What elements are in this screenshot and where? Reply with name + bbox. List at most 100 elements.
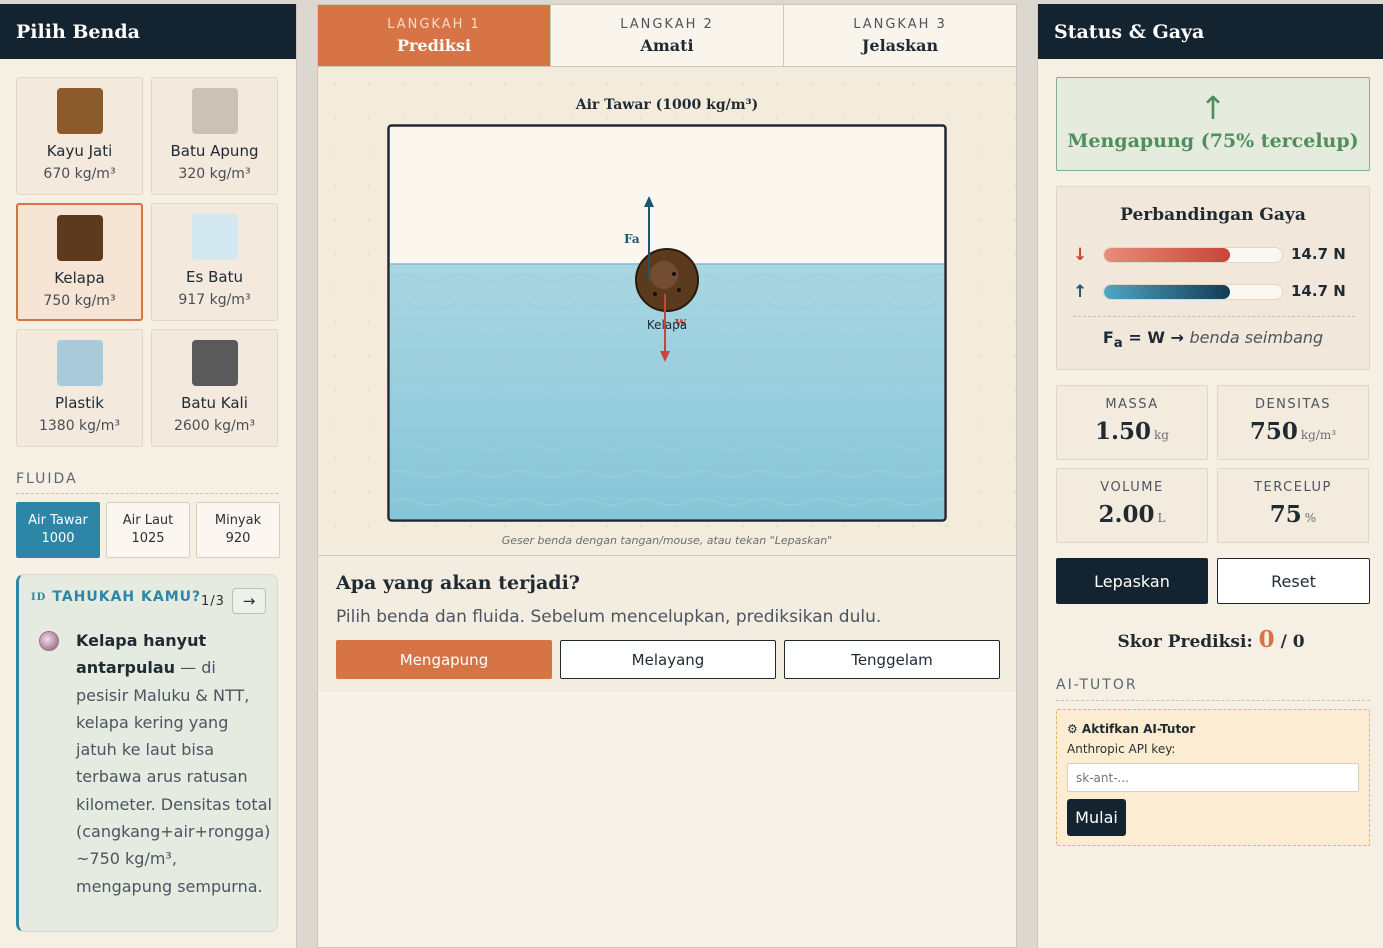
divider [16, 493, 278, 494]
object-card-kayu-jati[interactable]: Kayu Jati 670 kg/m³ [16, 77, 143, 195]
buoyancy-value: 14.7 N [1291, 282, 1346, 300]
divider [1056, 700, 1370, 701]
step-number: LANGKAH 2 [620, 16, 714, 32]
api-key-input[interactable] [1067, 763, 1359, 792]
object-name: Plastik [55, 394, 104, 412]
predict-sink-button[interactable]: Tenggelam [784, 640, 1000, 679]
arrow-up-icon: ↑ [1199, 89, 1227, 127]
object-card-batu-kali[interactable]: Batu Kali 2600 kg/m³ [151, 329, 278, 447]
next-fact-button[interactable]: → [232, 588, 266, 614]
stat-label: VOLUME [1100, 480, 1164, 495]
draggable-object[interactable] [635, 248, 699, 312]
ai-tutor-title: ⚙ Aktifkan AI-Tutor [1067, 722, 1196, 736]
object-swatch [56, 340, 103, 386]
action-buttons: Lepaskan Reset [1056, 558, 1370, 604]
fun-fact-card: ID TAHUKAH KAMU? 1/3 → Kelapa hanyut ant… [16, 574, 278, 932]
stat-mass: MASSA 1.50 kg [1056, 385, 1208, 460]
stat-unit: L [1157, 511, 1166, 525]
buoyancy-bar-fill [1104, 285, 1231, 299]
prediction-options: Mengapung Melayang Tenggelam [336, 640, 1000, 679]
tab-step-2[interactable]: LANGKAH 2 Amati [551, 5, 784, 66]
object-density: 320 kg/m³ [178, 166, 251, 182]
object-card-plastik[interactable]: Plastik 1380 kg/m³ [16, 329, 143, 447]
stat-value: 75 [1269, 501, 1302, 528]
fun-fact-heading: ID TAHUKAH KAMU? [31, 589, 201, 605]
object-name: Batu Apung [170, 142, 259, 160]
object-panel: Pilih Benda Kayu Jati 670 kg/m³ Batu Apu… [0, 4, 297, 948]
equation-note: benda seimbang [1189, 328, 1324, 347]
coconut-eye [653, 292, 657, 296]
step-title: Prediksi [396, 35, 472, 55]
fun-fact-body: — di pesisir Maluku & NTT, kelapa kering… [76, 658, 272, 896]
score-total: / 0 [1274, 632, 1305, 652]
fluid-name: Minyak [214, 513, 262, 528]
force-title: Perbandingan Gaya [1120, 205, 1306, 225]
stat-label: TERCELUP [1254, 480, 1332, 495]
arrow-right-icon: → [242, 592, 256, 610]
locale-badge: ID [31, 591, 47, 603]
simulation-canvas: Air Tawar (1000 kg/m³) Fa w Kelapa Geser… [318, 67, 1016, 556]
shell-icon [39, 631, 59, 651]
prediction-score: Skor Prediksi: 0 / 0 [1038, 626, 1383, 653]
fluid-button-air-tawar[interactable]: Air Tawar 1000 [16, 502, 100, 558]
object-card-kelapa[interactable]: Kelapa 750 kg/m³ [16, 203, 143, 321]
predict-float-button[interactable]: Mengapung [336, 640, 552, 679]
status-panel-title: Status & Gaya [1038, 4, 1383, 59]
divider [1073, 316, 1355, 317]
predict-suspend-button[interactable]: Melayang [560, 640, 776, 679]
coconut-eye [672, 272, 676, 276]
object-density: 2600 kg/m³ [173, 418, 256, 434]
step-number: LANGKAH 3 [853, 16, 947, 32]
buoyancy-label: Fa [624, 232, 640, 246]
buoyancy-row: ↑ [1073, 282, 1283, 302]
fluid-section-label: FLUIDA [16, 471, 78, 487]
object-swatch [191, 340, 238, 386]
question-subtitle: Pilih benda dan fluida. Sebelum mencelup… [336, 607, 882, 627]
fluid-button-air-laut[interactable]: Air Laut 1025 [106, 502, 190, 558]
object-card-batu-apung[interactable]: Batu Apung 320 kg/m³ [151, 77, 278, 195]
prediction-section: Apa yang akan terjadi? Pilih benda dan f… [318, 556, 1016, 692]
question-title: Apa yang akan terjadi? [336, 572, 580, 594]
fluid-tank: Fa w Kelapa [387, 124, 947, 522]
fluid-name: Air Tawar [28, 513, 88, 528]
step-number: LANGKAH 1 [387, 16, 481, 32]
stat-value: 2.00 [1098, 501, 1155, 528]
stat-volume: VOLUME 2.00 L [1056, 468, 1208, 543]
stat-value: 750 [1249, 418, 1298, 445]
stat-submerged: TERCELUP 75% [1217, 468, 1369, 543]
weight-bar-fill [1104, 248, 1231, 262]
fluid-density: 920 [225, 531, 251, 546]
force-comparison: Perbandingan Gaya ↓ 14.7 N ↑ 14.7 N Fa =… [1056, 186, 1370, 370]
release-button[interactable]: Lepaskan [1056, 558, 1208, 604]
api-key-label: Anthropic API key: [1067, 742, 1176, 756]
weight-row: ↓ [1073, 245, 1283, 265]
object-density: 750 kg/m³ [43, 293, 116, 309]
stat-label: DENSITAS [1254, 397, 1332, 412]
fluid-selector: Air Tawar 1000 Air Laut 1025 Minyak 920 [16, 502, 280, 558]
simulation-panel: LANGKAH 1 Prediksi LANGKAH 2 Amati LANGK… [317, 4, 1017, 948]
score-label: Skor Prediksi: [1117, 632, 1259, 652]
object-panel-title: Pilih Benda [0, 4, 296, 59]
equation-mid: = W → [1122, 328, 1190, 347]
coconut-eye [677, 288, 681, 292]
object-density: 917 kg/m³ [178, 292, 251, 308]
equation-fa: F [1102, 328, 1114, 347]
object-label: Kelapa [647, 318, 687, 332]
object-card-es-batu[interactable]: Es Batu 917 kg/m³ [151, 203, 278, 321]
weight-bar [1103, 247, 1283, 263]
stat-value: 1.50 [1095, 418, 1152, 445]
object-name: Es Batu [186, 268, 243, 286]
fun-fact-counter: 1/3 [201, 594, 225, 609]
object-density: 670 kg/m³ [43, 166, 116, 182]
object-name: Kayu Jati [46, 142, 113, 160]
tab-step-3[interactable]: LANGKAH 3 Jelaskan [784, 5, 1016, 66]
status-banner: ↑ Mengapung (75% tercelup) [1056, 77, 1370, 171]
tab-step-1[interactable]: LANGKAH 1 Prediksi [318, 5, 551, 66]
status-text: Mengapung (75% tercelup) [1067, 130, 1359, 152]
fun-fact-title: TAHUKAH KAMU? [52, 589, 202, 605]
fluid-button-minyak[interactable]: Minyak 920 [196, 502, 280, 558]
reset-button[interactable]: Reset [1217, 558, 1370, 604]
weight-value: 14.7 N [1291, 245, 1346, 263]
stat-density: DENSITAS 750 kg/m³ [1217, 385, 1369, 460]
start-ai-button[interactable]: Mulai [1067, 799, 1126, 836]
